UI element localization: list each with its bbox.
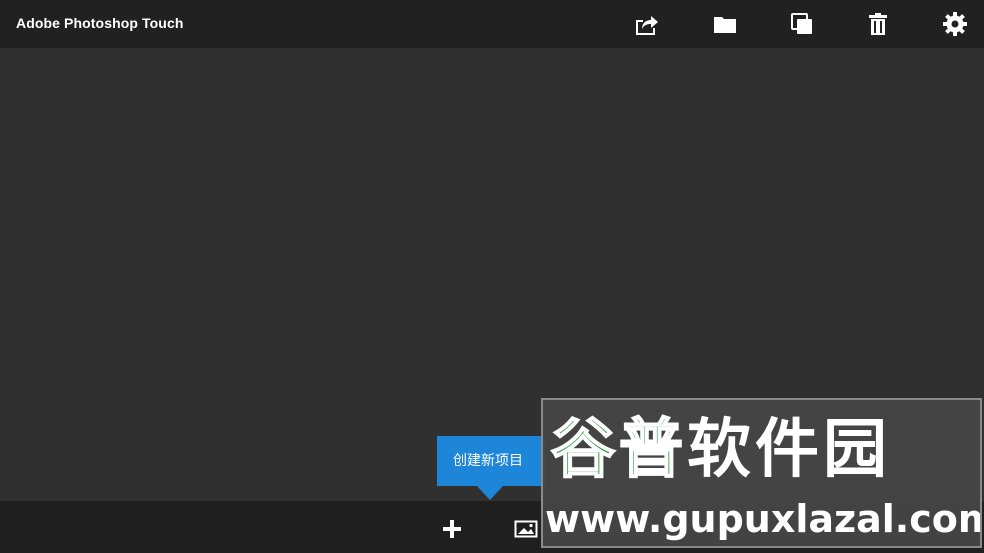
app-title: Adobe Photoshop Touch [16,15,184,31]
folder-icon[interactable] [710,9,740,39]
delete-icon[interactable] [863,9,893,39]
watermark-text-green: 谷普 [550,413,687,487]
watermark-text-white: 软件园 [687,413,891,487]
settings-icon[interactable] [940,9,970,39]
share-icon[interactable] [631,9,661,39]
image-icon[interactable] [513,515,541,543]
top-action-bar: Adobe Photoshop Touch [0,0,984,48]
app-window: Adobe Photoshop Touch 创建新项目 谷普软件园 www.gu… [0,0,984,553]
watermark-logo: 谷普软件园 www.gupuxlazal.com [541,398,982,548]
new-project-tooltip: 创建新项目 [437,436,545,486]
watermark-url: www.gupuxlazal.com [545,497,982,541]
plus-icon[interactable] [438,515,466,543]
tooltip-arrow [477,486,503,500]
watermark-chinese-text: 谷普软件园 [550,413,891,487]
tooltip-text: 创建新项目 [453,453,523,469]
duplicate-icon[interactable] [787,9,817,39]
